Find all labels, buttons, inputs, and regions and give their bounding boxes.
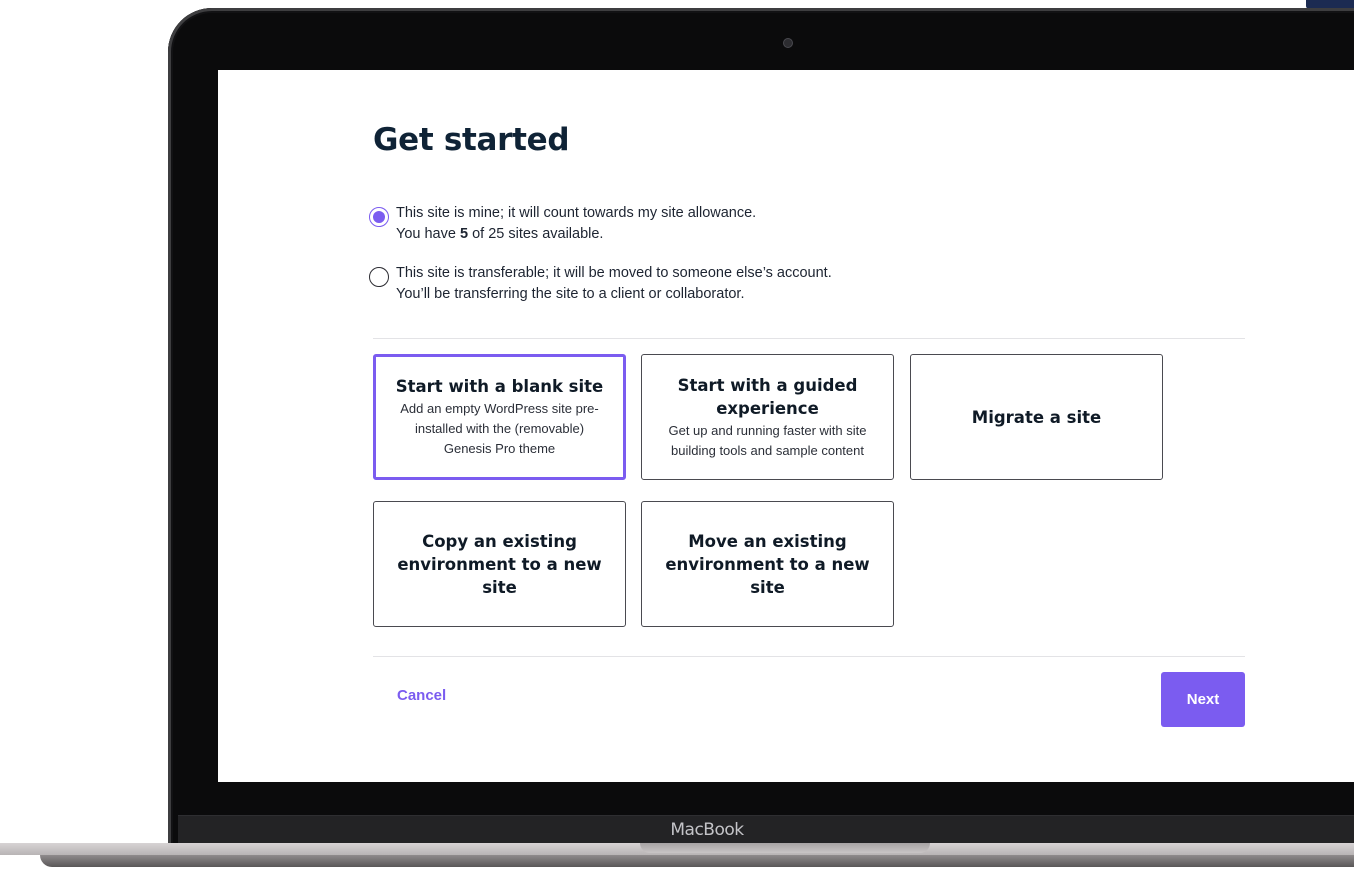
radio-option-mine[interactable]: This site is mine; it will count towards… — [369, 203, 756, 245]
radio-option-mine-line2: You have 5 of 25 sites available. — [396, 226, 604, 242]
divider — [373, 656, 1245, 657]
option-card-title: Start with a blank site — [395, 377, 604, 396]
laptop-notch — [640, 843, 930, 853]
radio-option-transferable-line1: This site is transferable; it will be mo… — [396, 265, 832, 281]
option-card-description: Add an empty WordPress site pre-installe… — [400, 401, 599, 456]
radio-option-mine-line1: This site is mine; it will count towards… — [396, 205, 757, 221]
option-card-title: Move an existing environment to a new si… — [665, 531, 870, 597]
sites-available-count: 5 — [459, 226, 469, 242]
next-button[interactable]: Next — [1161, 672, 1245, 727]
option-card-title: Start with a guided experience — [677, 375, 858, 418]
page-title: Get started — [373, 122, 570, 158]
brand-label: MacBook — [670, 820, 744, 840]
radio-option-mine-label: This site is mine; it will count towards… — [396, 203, 756, 245]
option-card-title: Copy an existing environment to a new si… — [397, 531, 602, 597]
laptop-base — [0, 843, 1354, 871]
option-card-move-environment[interactable]: Move an existing environment to a new si… — [641, 501, 894, 627]
laptop-brand: MacBook — [30, 820, 1354, 840]
radio-button-checked-icon[interactable] — [369, 207, 389, 227]
option-card-copy-environment[interactable]: Copy an existing environment to a new si… — [373, 501, 626, 627]
radio-option-transferable-label: This site is transferable; it will be mo… — [396, 263, 832, 305]
radio-option-transferable[interactable]: This site is transferable; it will be mo… — [369, 263, 832, 305]
radio-button-unchecked-icon[interactable] — [369, 267, 389, 287]
divider — [373, 338, 1245, 339]
radio-option-transferable-line2: You’ll be transferring the site to a cli… — [396, 286, 745, 302]
option-card-guided-experience[interactable]: Start with a guided experience Get up an… — [641, 354, 894, 480]
option-card-title: Migrate a site — [971, 407, 1102, 427]
camera-icon — [783, 38, 793, 48]
screen: Get started This site is mine; it will c… — [218, 70, 1354, 782]
option-card-description: Get up and running faster with site buil… — [668, 422, 867, 458]
cancel-button[interactable]: Cancel — [397, 687, 446, 704]
option-card-blank-site[interactable]: Start with a blank site Add an empty Wor… — [373, 354, 626, 480]
option-card-migrate-site[interactable]: Migrate a site — [910, 354, 1163, 480]
